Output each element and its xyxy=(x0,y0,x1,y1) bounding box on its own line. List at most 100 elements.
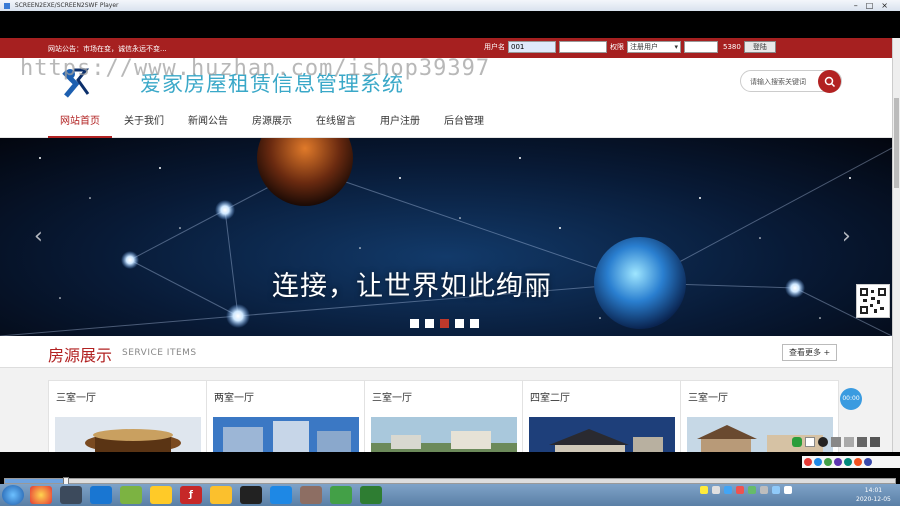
clock-time: 14:01 xyxy=(864,487,883,494)
search-placeholder: 请输入搜索关键词 xyxy=(750,78,806,86)
sogou-ime-icon[interactable] xyxy=(792,437,802,447)
float-timer-badge[interactable]: 00:00 xyxy=(840,388,862,410)
hero-banner[interactable]: 连接，让世界如此绚丽 ‹ › xyxy=(0,138,892,336)
tray-update-icon[interactable] xyxy=(748,486,756,494)
tray-arrow-icon[interactable] xyxy=(712,486,720,494)
folder-icon[interactable] xyxy=(210,486,232,504)
settings-icon[interactable] xyxy=(864,458,872,466)
avatar-app-icon[interactable] xyxy=(300,486,322,504)
page-scrollbar[interactable] xyxy=(892,38,900,452)
terminal-icon[interactable] xyxy=(60,486,82,504)
tray-display-icon[interactable] xyxy=(760,486,768,494)
listing-image[interactable] xyxy=(213,417,359,452)
captcha-code[interactable]: 5380 xyxy=(723,43,741,51)
nav-item-listings[interactable]: 房源展示 xyxy=(240,108,304,138)
mic-icon[interactable] xyxy=(834,458,842,466)
input-mode-icon[interactable] xyxy=(805,437,815,447)
qr-pattern xyxy=(860,288,886,314)
moon-icon[interactable] xyxy=(818,437,828,447)
scrollbar-thumb[interactable] xyxy=(894,98,899,188)
cloud-icon[interactable] xyxy=(270,486,292,504)
skin-icon[interactable] xyxy=(844,458,852,466)
nav-item-home[interactable]: 网站首页 xyxy=(48,108,112,138)
tray-volume-icon[interactable] xyxy=(784,486,792,494)
sogou-s-icon[interactable] xyxy=(804,458,812,466)
emoji-icon[interactable] xyxy=(824,458,832,466)
listing-title: 三室一厅 xyxy=(56,393,96,404)
username-input[interactable] xyxy=(508,41,556,53)
qq-icon[interactable] xyxy=(240,486,262,504)
tray-network-icon[interactable] xyxy=(724,486,732,494)
website-viewport: 网站公告：市场在变，诚信永远不变... 用户名 权限 注册用户 5380 登陆 … xyxy=(0,38,892,452)
flash-icon[interactable]: ƒ xyxy=(180,486,202,504)
toolbox-icon[interactable] xyxy=(854,458,862,466)
start-button-icon[interactable] xyxy=(2,485,24,505)
tray-app-icon[interactable] xyxy=(700,486,708,494)
listing-card[interactable]: 四室二厅 xyxy=(522,380,681,452)
system-tray xyxy=(700,486,792,494)
captcha-input[interactable] xyxy=(684,41,718,53)
listing-card[interactable]: 三室一厅 xyxy=(48,380,207,452)
role-value: 注册用户 xyxy=(630,43,658,51)
listing-title: 两室一厅 xyxy=(214,393,254,404)
listing-image[interactable] xyxy=(55,417,201,452)
tray-security-icon[interactable] xyxy=(736,486,744,494)
search-box[interactable]: 请输入搜索关键词 xyxy=(740,70,842,93)
login-button[interactable]: 登陆 xyxy=(743,41,776,53)
window-title: SCREEN2EXE/SCREEN2SWF Player xyxy=(14,2,119,9)
view-more-button[interactable]: 查看更多 + xyxy=(782,344,838,361)
search-button[interactable] xyxy=(818,70,841,93)
section-subtitle: SERVICE ITEMS xyxy=(122,348,197,358)
listings-section-header: 房源展示 SERVICE ITEMS 查看更多 + xyxy=(0,336,892,368)
down-arrow-icon[interactable] xyxy=(857,437,867,447)
nav-item-register[interactable]: 用户注册 xyxy=(368,108,432,138)
nav-item-admin[interactable]: 后台管理 xyxy=(432,108,496,138)
player-titlebar: SCREEN2EXE/SCREEN2SWF Player –□× xyxy=(0,0,900,11)
taskbar-clock[interactable]: 14:01 2020-12-05 xyxy=(856,486,891,504)
excel-icon[interactable] xyxy=(150,486,172,504)
chinese-mode-icon[interactable] xyxy=(814,458,822,466)
edge-icon[interactable] xyxy=(90,486,112,504)
banner-dot-4[interactable] xyxy=(455,319,464,328)
listing-card[interactable]: 三室一厅 xyxy=(364,380,523,452)
minimize-icon[interactable]: – xyxy=(854,1,866,10)
banner-next-arrow-icon[interactable]: › xyxy=(842,224,851,249)
username-label: 用户名 xyxy=(484,43,505,51)
nav-item-about[interactable]: 关于我们 xyxy=(112,108,176,138)
close-icon[interactable]: × xyxy=(881,1,896,10)
app-icon xyxy=(4,2,10,9)
chrome-icon[interactable] xyxy=(30,486,52,504)
wechat-icon[interactable] xyxy=(330,486,352,504)
listings-grid: 三室一厅 两室一厅 三室一厅 四室二厅 三室一厅 xyxy=(0,368,892,452)
windows-taskbar: ƒ 14:01 2020-12-05 xyxy=(0,484,900,506)
banner-prev-arrow-icon[interactable]: ‹ xyxy=(34,224,43,249)
keyboard-icon[interactable] xyxy=(844,437,854,447)
banner-dot-1[interactable] xyxy=(410,319,419,328)
main-nav: 网站首页 关于我们 新闻公告 房源展示 在线留言 用户注册 后台管理 xyxy=(0,108,892,138)
role-select[interactable]: 注册用户 xyxy=(627,41,681,53)
punctuation-icon[interactable] xyxy=(831,437,841,447)
green-app-icon[interactable] xyxy=(120,486,142,504)
ime-status-row xyxy=(802,456,900,468)
login-form: 用户名 权限 注册用户 5380 登陆 xyxy=(484,41,776,53)
listing-image[interactable] xyxy=(371,417,517,452)
recorder-icon[interactable] xyxy=(360,486,382,504)
tray-wifi-icon[interactable] xyxy=(772,486,780,494)
watermark-url: https://www.huzhan.com/ishop39397 xyxy=(20,56,491,81)
section-title: 房源展示 xyxy=(48,346,113,365)
nav-item-guestbook[interactable]: 在线留言 xyxy=(304,108,368,138)
maximize-icon[interactable]: □ xyxy=(866,1,882,10)
wrench-icon[interactable] xyxy=(870,437,880,447)
qr-code-icon[interactable] xyxy=(856,284,890,318)
banner-dot-3[interactable] xyxy=(440,319,449,328)
progress-fill xyxy=(5,479,65,483)
password-input[interactable] xyxy=(559,41,607,53)
nav-item-news[interactable]: 新闻公告 xyxy=(176,108,240,138)
banner-dot-2[interactable] xyxy=(425,319,434,328)
listing-image[interactable] xyxy=(529,417,675,452)
site-notice: 网站公告：市场在变，诚信永远不变... xyxy=(48,45,167,53)
listing-card[interactable]: 两室一厅 xyxy=(206,380,365,452)
site-header: 爱家房屋租赁信息管理系统 https://www.huzhan.com/isho… xyxy=(0,56,892,108)
banner-dot-5[interactable] xyxy=(470,319,479,328)
clock-date: 2020-12-05 xyxy=(856,496,891,503)
